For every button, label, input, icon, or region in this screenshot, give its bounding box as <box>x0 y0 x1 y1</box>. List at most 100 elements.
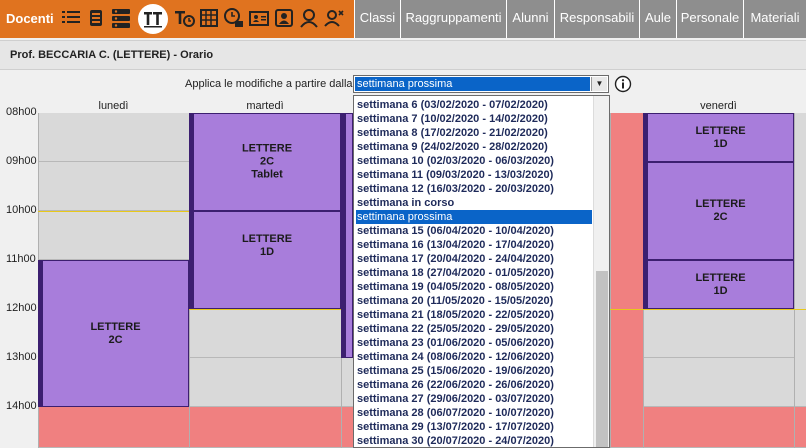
grid-icon[interactable] <box>198 7 220 29</box>
unavailable-slot <box>611 113 644 448</box>
dropdown-option[interactable]: settimana in corso <box>356 196 592 210</box>
tab-personale[interactable]: Personale <box>676 0 743 38</box>
clock-calendar-icon[interactable] <box>223 7 245 29</box>
timetable-slot[interactable] <box>190 358 341 407</box>
docenti-tab[interactable]: Docenti <box>0 0 57 38</box>
dropdown-option[interactable]: settimana 15 (06/04/2020 - 10/04/2020) <box>356 224 592 238</box>
dropdown-option[interactable]: settimana 29 (13/07/2020 - 17/07/2020) <box>356 420 592 434</box>
timetable-icon[interactable] <box>138 4 168 34</box>
info-icon[interactable] <box>614 75 632 93</box>
lesson-subject: LETTERE <box>90 320 141 333</box>
lesson-class: 1D <box>713 137 728 150</box>
tab-classi[interactable]: Classi <box>354 0 400 38</box>
day-column-saturday <box>794 113 806 448</box>
day-header-tuesday: martedì <box>246 100 284 112</box>
dropdown-option[interactable]: settimana 21 (18/05/2020 - 22/05/2020) <box>356 308 592 322</box>
apply-from-label: Applica le modifiche a partire dalla <box>185 78 353 90</box>
dropdown-option[interactable]: settimana 20 (11/05/2020 - 15/05/2020) <box>356 294 592 308</box>
day-column-thursday <box>610 113 644 448</box>
timetable-slot[interactable] <box>644 358 794 407</box>
dropdown-option[interactable]: settimana 27 (29/06/2020 - 03/07/2020) <box>356 392 592 406</box>
page-title-bar: Prof. BECCARIA C. (LETTERE) - Orario <box>0 40 806 70</box>
lesson-class: 2C <box>713 211 728 223</box>
current-time-line <box>38 211 189 212</box>
dropdown-option[interactable]: settimana 30 (20/07/2020 - 24/07/2020) <box>356 434 592 447</box>
lesson-block[interactable]: LETTERE 2C Tablet <box>189 113 341 211</box>
dropdown-option[interactable]: settimana 25 (15/06/2020 - 19/06/2020) <box>356 364 592 378</box>
multi-card-icon[interactable] <box>110 7 132 29</box>
lesson-block[interactable]: LETTERE 1D <box>643 260 794 309</box>
card-icon[interactable] <box>85 7 107 29</box>
dropdown-option[interactable]: settimana 24 (08/06/2020 - 12/06/2020) <box>356 350 592 364</box>
dropdown-option[interactable]: settimana 22 (25/05/2020 - 29/05/2020) <box>356 322 592 336</box>
current-time-line <box>610 309 806 310</box>
lesson-block[interactable] <box>341 113 353 358</box>
dropdown-option[interactable]: settimana 9 (24/02/2020 - 28/02/2020) <box>356 140 592 154</box>
lesson-block[interactable]: LETTERE 2C <box>38 260 189 407</box>
tab-aule[interactable]: Aule <box>639 0 676 38</box>
id-card-icon[interactable] <box>248 7 270 29</box>
lesson-subject: LETTERE <box>241 232 293 245</box>
timetable-slot[interactable] <box>190 309 341 358</box>
dropdown-option[interactable]: settimana 17 (20/04/2020 - 24/04/2020) <box>356 252 592 266</box>
day-header-monday: lunedì <box>98 100 129 112</box>
lesson-subject: LETTERE <box>695 124 746 137</box>
unavailable-slot <box>644 407 794 448</box>
timetable-slot[interactable] <box>39 211 189 260</box>
dropdown-option[interactable]: settimana 10 (02/03/2020 - 06/03/2020) <box>356 154 592 168</box>
dropdown-option[interactable]: settimana 18 (27/04/2020 - 01/05/2020) <box>356 266 592 280</box>
hour-label: 09h00 <box>6 155 37 167</box>
unavailable-slot <box>190 407 341 448</box>
app-window: Docenti Classi Raggruppamenti Alunni Res… <box>0 0 806 448</box>
tab-responsabili[interactable]: Responsabili <box>554 0 639 38</box>
dropdown-option[interactable]: settimana 12 (16/03/2020 - 20/03/2020) <box>356 182 592 196</box>
timetable-slot[interactable] <box>644 309 794 358</box>
hour-label: 12h00 <box>6 302 37 314</box>
unavailable-slot <box>39 407 189 448</box>
current-time-line <box>189 309 341 310</box>
list-icon[interactable] <box>60 7 82 29</box>
hour-label: 10h00 <box>6 204 37 216</box>
top-toolbar: Docenti Classi Raggruppamenti Alunni Res… <box>0 0 806 38</box>
dropdown-option[interactable]: settimana 6 (03/02/2020 - 07/02/2020) <box>356 98 592 112</box>
dropdown-option-selected[interactable]: settimana prossima <box>356 210 592 224</box>
dropdown-option[interactable]: settimana 16 (13/04/2020 - 17/04/2020) <box>356 238 592 252</box>
timetable-slot[interactable] <box>795 113 806 407</box>
dropdown-option[interactable]: settimana 7 (10/02/2020 - 14/02/2020) <box>356 112 592 126</box>
timetable-slot[interactable] <box>39 162 189 211</box>
lesson-block[interactable]: LETTERE 1D <box>643 113 794 162</box>
dropdown-option[interactable]: settimana 19 (04/05/2020 - 08/05/2020) <box>356 280 592 294</box>
lesson-note: Tablet <box>251 168 283 181</box>
hour-label: 14h00 <box>6 400 37 412</box>
week-select[interactable]: settimana prossima ▼ <box>353 75 609 93</box>
teacher-timetable-icon[interactable] <box>173 7 195 29</box>
day-header-friday: venerdì <box>700 100 737 112</box>
week-select-value: settimana prossima <box>355 77 590 91</box>
tab-materiali[interactable]: Materiali <box>743 0 806 38</box>
hour-label: 13h00 <box>6 351 37 363</box>
user-icon[interactable] <box>298 7 320 29</box>
user-swap-icon[interactable] <box>323 7 345 29</box>
hour-label: 11h00 <box>6 253 36 265</box>
dropdown-option[interactable]: settimana 23 (01/06/2020 - 05/06/2020) <box>356 336 592 350</box>
lesson-class: 2C <box>259 155 275 168</box>
lesson-block[interactable]: LETTERE 2C <box>643 162 794 260</box>
chevron-down-icon[interactable]: ▼ <box>591 77 607 91</box>
dropdown-option[interactable]: settimana 8 (17/02/2020 - 21/02/2020) <box>356 126 592 140</box>
scrollbar-thumb[interactable] <box>596 271 608 447</box>
tab-raggruppamenti[interactable]: Raggruppamenti <box>400 0 506 38</box>
lesson-subject: LETTERE <box>695 271 746 284</box>
dropdown-scrollbar[interactable] <box>593 96 609 447</box>
dropdown-option[interactable]: settimana 11 (09/03/2020 - 13/03/2020) <box>356 168 592 182</box>
lesson-class: 1D <box>259 245 275 258</box>
lesson-class: 2C <box>108 333 123 346</box>
week-dropdown-list[interactable]: settimana 6 (03/02/2020 - 07/02/2020) se… <box>353 95 610 448</box>
tab-alunni[interactable]: Alunni <box>506 0 554 38</box>
lesson-block[interactable]: LETTERE 1D <box>189 211 341 309</box>
dropdown-option[interactable]: settimana 28 (06/07/2020 - 10/07/2020) <box>356 406 592 420</box>
dropdown-option[interactable]: settimana 26 (22/06/2020 - 26/06/2020) <box>356 378 592 392</box>
lesson-subject: LETTERE <box>241 142 293 155</box>
timetable-slot[interactable] <box>39 113 189 162</box>
person-card-icon[interactable] <box>273 7 295 29</box>
page-title: Prof. BECCARIA C. (LETTERE) - Orario <box>10 49 214 61</box>
